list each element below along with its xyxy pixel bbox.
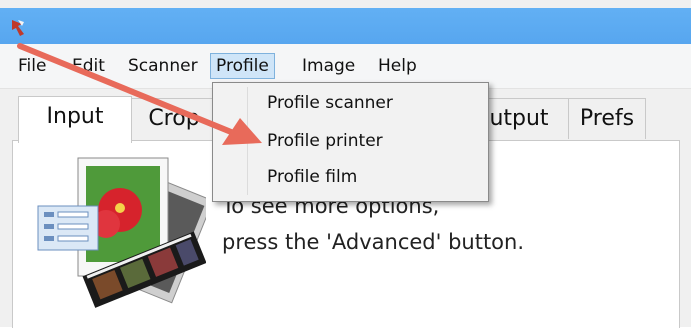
tab-prefs[interactable]: Prefs: [568, 98, 646, 139]
tab-input[interactable]: Input: [18, 96, 132, 143]
profile-menu-dropdown: Profile scanner Profile printer Profile …: [212, 82, 489, 202]
menu-edit[interactable]: Edit: [72, 54, 105, 78]
menu-scanner[interactable]: Scanner: [128, 54, 198, 78]
tab-crop[interactable]: Crop: [130, 98, 218, 139]
menu-item-profile-film[interactable]: Profile film: [267, 163, 357, 191]
menu-item-profile-scanner[interactable]: Profile scanner: [267, 89, 393, 117]
app-icon: [12, 20, 24, 36]
photo-film-icon: [37, 157, 206, 308]
menu-help[interactable]: Help: [378, 54, 417, 78]
menu-file[interactable]: File: [18, 54, 46, 78]
menu-profile[interactable]: Profile: [210, 53, 275, 79]
menu-image[interactable]: Image: [302, 54, 355, 78]
menu-gutter: [247, 87, 248, 195]
title-bar: [0, 8, 691, 44]
menu-item-profile-printer[interactable]: Profile printer: [267, 127, 383, 155]
hint-line-2: press the 'Advanced' button.: [222, 230, 525, 254]
app-window: File Edit Scanner Profile Image Help Inp…: [0, 0, 691, 328]
